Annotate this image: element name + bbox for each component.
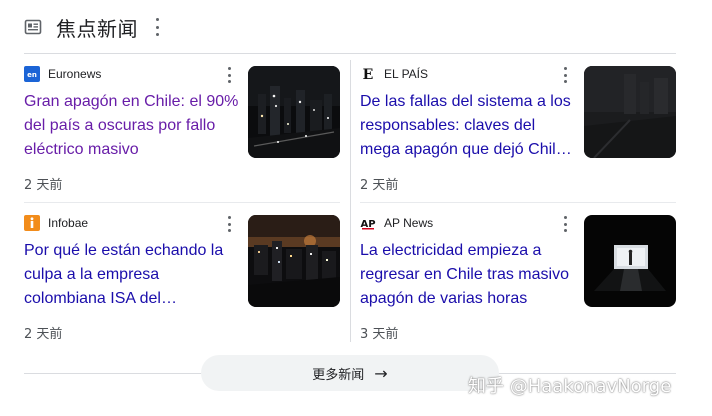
- section-title: 焦点新闻: [56, 16, 138, 41]
- more-vert-icon[interactable]: [226, 67, 232, 83]
- el-pais-logo: E: [360, 66, 376, 82]
- news-card-el-pais[interactable]: E EL PAÍS De las fallas del sistema a lo…: [360, 66, 676, 200]
- timestamp: 2 天前: [24, 327, 63, 342]
- news-card-infobae[interactable]: Infobae Por qué le están echando la culp…: [24, 215, 340, 349]
- city-night-skyline-image[interactable]: [248, 66, 340, 158]
- dark-street-image[interactable]: [584, 66, 676, 158]
- more-news-label: 更多新闻: [312, 367, 365, 383]
- more-divider-left: [24, 373, 202, 374]
- infobae-logo: [24, 215, 40, 231]
- row-divider-right: [360, 202, 676, 203]
- row-divider-left: [24, 202, 340, 203]
- svg-text:en: en: [27, 71, 37, 79]
- euronews-logo: en: [24, 66, 40, 82]
- source-name: AP News: [384, 216, 434, 230]
- section-header: 焦点新闻: [24, 12, 162, 42]
- source-name: Euronews: [48, 67, 102, 81]
- source-row: E EL PAÍS: [360, 66, 428, 82]
- newspaper-icon: [24, 18, 42, 36]
- source-row: AP AP News: [360, 215, 433, 231]
- city-night-lights-image[interactable]: [248, 215, 340, 307]
- headline-link[interactable]: Gran apagón en Chile: el 90% del país a …: [24, 90, 239, 162]
- svg-text:E: E: [363, 67, 374, 82]
- headline-link[interactable]: Por qué le están echando la culpa a la e…: [24, 239, 239, 311]
- more-vert-icon[interactable]: [226, 216, 232, 232]
- headline-link[interactable]: De las fallas del sistema a los responsa…: [360, 90, 575, 162]
- top-divider: [24, 53, 676, 54]
- watermark: 知乎 @HaakonavNorge: [468, 376, 672, 397]
- more-vert-icon[interactable]: [152, 18, 162, 36]
- dark-hallway-person-image[interactable]: [584, 215, 676, 307]
- timestamp: 2 天前: [24, 178, 63, 193]
- news-card-ap-news[interactable]: AP AP News La electricidad empieza a reg…: [360, 215, 676, 349]
- source-name: Infobae: [48, 216, 89, 230]
- column-divider: [350, 60, 351, 342]
- more-vert-icon[interactable]: [562, 216, 568, 232]
- headline-link[interactable]: La electricidad empieza a regresar en Ch…: [360, 239, 575, 311]
- timestamp: 3 天前: [360, 327, 399, 342]
- source-row: Infobae: [24, 215, 88, 231]
- more-news-button[interactable]: 更多新闻 →: [201, 355, 499, 391]
- more-vert-icon[interactable]: [562, 67, 568, 83]
- ap-news-logo: AP: [360, 215, 376, 231]
- arrow-right-icon: →: [374, 363, 388, 383]
- source-name: EL PAÍS: [384, 67, 429, 81]
- source-row: en Euronews: [24, 66, 101, 82]
- news-card-euronews[interactable]: en Euronews Gran apagón en Chile: el 90%…: [24, 66, 340, 200]
- timestamp: 2 天前: [360, 178, 399, 193]
